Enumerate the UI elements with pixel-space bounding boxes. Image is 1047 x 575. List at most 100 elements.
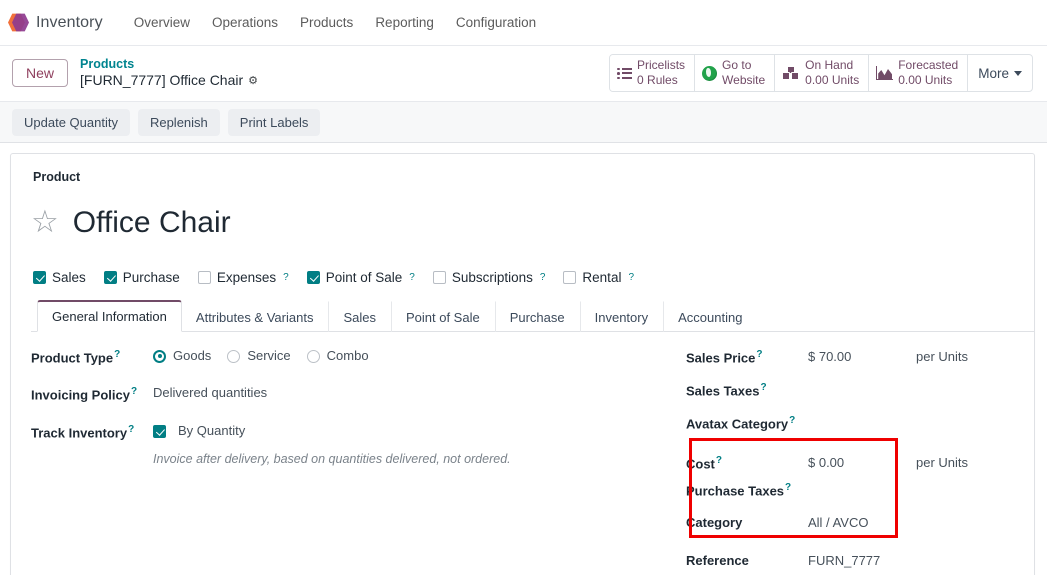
- product-type-radio-group: Goods Service Combo: [153, 348, 369, 365]
- checkbox-rental-box[interactable]: [563, 270, 577, 284]
- stat-on-hand-value: 0.00 Units: [805, 73, 860, 87]
- checkbox-expenses-box[interactable]: [197, 270, 211, 284]
- checkbox-sales-box[interactable]: [33, 270, 46, 284]
- stat-forecasted-title: Forecasted: [898, 58, 959, 72]
- breadcrumb-parent-products[interactable]: Products: [80, 56, 258, 72]
- help-icon-invoicing-policy[interactable]: ?: [131, 386, 137, 397]
- field-sales-taxes-value[interactable]: [808, 379, 893, 382]
- field-product-type: Product Type? Goods Service Combo: [31, 346, 686, 371]
- stat-button-group: Pricelists 0 Rules Go to Website On Hand…: [609, 54, 1033, 92]
- replenish-button[interactable]: Replenish: [137, 108, 220, 136]
- general-information-panel: Product Type? Goods Service Combo Invoic…: [31, 332, 1014, 575]
- field-reference-label: Reference: [686, 552, 749, 568]
- checkbox-expenses[interactable]: Expenses ?: [197, 270, 289, 285]
- checkbox-purchase[interactable]: Purchase: [103, 269, 180, 285]
- tab-accounting[interactable]: Accounting: [663, 300, 757, 332]
- checkbox-purchase-box[interactable]: [103, 270, 117, 284]
- radio-combo-dot[interactable]: [306, 349, 320, 363]
- main-menu: Overview Operations Products Reporting C…: [123, 9, 547, 36]
- radio-goods-label: Goods: [173, 347, 212, 363]
- radio-service-dot[interactable]: [227, 349, 241, 363]
- help-icon-point-of-sale[interactable]: ?: [409, 272, 415, 283]
- radio-service[interactable]: Service: [227, 348, 291, 365]
- tab-attributes-variants[interactable]: Attributes & Variants: [182, 301, 329, 332]
- field-cost-label: Cost?: [686, 454, 722, 472]
- help-icon-sales-taxes[interactable]: ?: [760, 382, 766, 393]
- field-sales-price-label: Sales Price?: [686, 348, 763, 366]
- help-icon-track-inventory[interactable]: ?: [128, 424, 134, 435]
- page-title: Office Chair: [72, 206, 231, 240]
- tab-point-of-sale[interactable]: Point of Sale: [390, 300, 495, 332]
- tab-sales[interactable]: Sales: [328, 300, 391, 332]
- stat-website-line2: Website: [722, 73, 766, 87]
- checkbox-subscriptions[interactable]: Subscriptions ?: [432, 269, 546, 285]
- help-icon-product-type[interactable]: ?: [114, 349, 120, 360]
- more-dropdown-button[interactable]: More: [968, 55, 1032, 91]
- checkbox-rental[interactable]: Rental ?: [563, 270, 634, 285]
- field-cost-unit: per Units: [916, 454, 969, 470]
- radio-combo[interactable]: Combo: [306, 348, 369, 365]
- field-cost: Cost? $ 0.00 per Units: [686, 445, 1014, 479]
- field-sales-taxes: Sales Taxes?: [686, 379, 1014, 412]
- new-button[interactable]: New: [12, 59, 69, 87]
- field-reference-value[interactable]: FURN_7777: [808, 550, 893, 568]
- tab-inventory[interactable]: Inventory: [579, 300, 663, 332]
- stat-button-on-hand[interactable]: On Hand 0.00 Units: [775, 55, 870, 91]
- print-labels-button[interactable]: Print Labels: [227, 108, 321, 136]
- field-invoicing-policy: Invoicing Policy? Delivered quantities: [31, 383, 686, 408]
- field-category-value[interactable]: All / AVCO: [808, 512, 893, 530]
- field-product-type-label: Product Type?: [31, 348, 121, 366]
- update-quantity-button[interactable]: Update Quantity: [12, 108, 130, 136]
- more-label: More: [978, 65, 1009, 81]
- checkbox-track-inventory[interactable]: [153, 424, 166, 438]
- field-avatax-category-value[interactable]: [808, 412, 893, 415]
- menu-item-reporting[interactable]: Reporting: [364, 9, 445, 36]
- field-category: Category All / AVCO: [686, 512, 1014, 545]
- field-track-inventory-label: Track Inventory?: [31, 423, 135, 441]
- gear-icon[interactable]: ⚙: [248, 74, 258, 88]
- help-icon-expenses[interactable]: ?: [283, 272, 289, 283]
- checkbox-subscriptions-box[interactable]: [432, 270, 446, 284]
- field-invoicing-policy-value[interactable]: Delivered quantities: [153, 383, 267, 402]
- menu-item-products[interactable]: Products: [289, 9, 364, 36]
- app-checkbox-row: Sales Purchase Expenses ? Point of Sale …: [33, 270, 1014, 285]
- product-form-sheet: Product ☆ Office Chair Sales Purchase Ex…: [10, 153, 1035, 575]
- radio-goods[interactable]: Goods: [153, 348, 211, 365]
- list-icon: [617, 67, 633, 80]
- breadcrumb: Products [FURN_7777] Office Chair ⚙: [80, 56, 258, 90]
- stat-button-pricelists[interactable]: Pricelists 0 Rules: [610, 55, 696, 91]
- field-reference: Reference FURN_7777: [686, 545, 1014, 575]
- menu-item-configuration[interactable]: Configuration: [445, 9, 547, 36]
- field-avatax-category: Avatax Category?: [686, 412, 1014, 445]
- checkbox-sales[interactable]: Sales: [33, 270, 86, 285]
- stat-button-go-to-website[interactable]: Go to Website: [695, 55, 776, 91]
- help-icon-purchase-taxes[interactable]: ?: [785, 482, 791, 493]
- checkbox-subscriptions-label: Subscriptions: [451, 269, 533, 285]
- checkbox-purchase-label: Purchase: [122, 269, 180, 285]
- field-sales-price-value[interactable]: $ 70.00: [808, 346, 893, 364]
- help-icon-cost[interactable]: ?: [716, 455, 722, 466]
- field-cost-value[interactable]: $ 0.00: [808, 452, 893, 470]
- stat-button-forecasted[interactable]: Forecasted 0.00 Units: [869, 55, 969, 91]
- field-purchase-taxes-value[interactable]: [808, 479, 893, 482]
- radio-goods-dot[interactable]: [153, 349, 166, 363]
- help-icon-rental[interactable]: ?: [628, 272, 634, 283]
- breadcrumb-area: New Products [FURN_7777] Office Chair ⚙: [12, 56, 258, 90]
- checkbox-rental-label: Rental: [582, 269, 622, 285]
- app-name[interactable]: Inventory: [36, 14, 103, 32]
- tab-purchase[interactable]: Purchase: [494, 300, 580, 332]
- track-inventory-value-label[interactable]: By Quantity: [178, 423, 245, 440]
- odoo-hexagon-logo[interactable]: [8, 12, 29, 33]
- menu-item-overview[interactable]: Overview: [123, 9, 201, 36]
- tab-general-information[interactable]: General Information: [37, 299, 182, 332]
- help-icon-avatax-category[interactable]: ?: [789, 415, 795, 426]
- star-outline-icon[interactable]: ☆: [31, 206, 59, 237]
- menu-item-operations[interactable]: Operations: [201, 9, 289, 36]
- sheet-wrapper: Product ☆ Office Chair Sales Purchase Ex…: [0, 143, 1047, 575]
- checkbox-point-of-sale-box[interactable]: [306, 270, 320, 284]
- help-icon-sales-price[interactable]: ?: [756, 349, 762, 360]
- invoicing-policy-helper-text: Invoice after delivery, based on quantit…: [153, 451, 511, 466]
- help-icon-subscriptions[interactable]: ?: [540, 272, 546, 283]
- field-category-label: Category: [686, 514, 743, 530]
- checkbox-point-of-sale[interactable]: Point of Sale ?: [306, 270, 415, 285]
